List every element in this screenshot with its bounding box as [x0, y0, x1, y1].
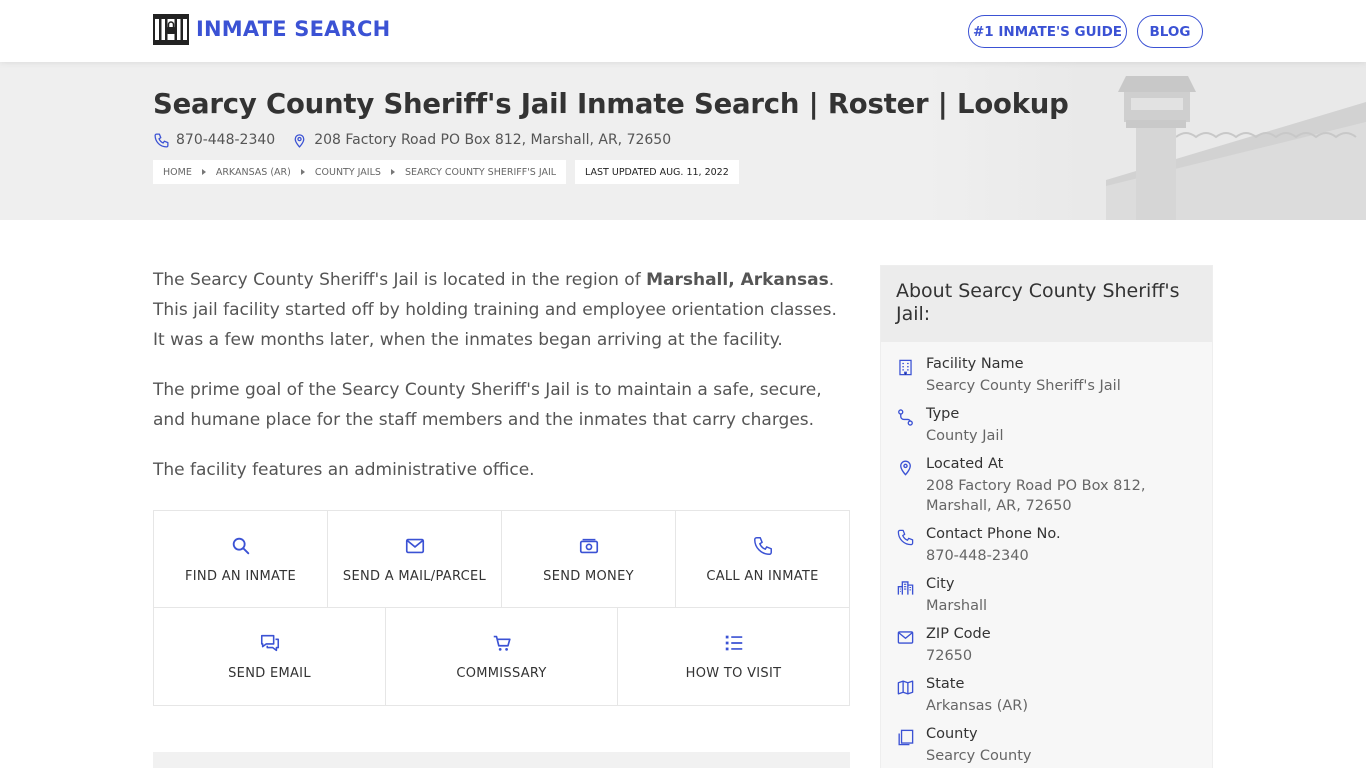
building-icon [899, 359, 912, 376]
find-inmate-label: FIND AN INMATE [185, 569, 296, 584]
breadcrumb-county-jails[interactable]: COUNTY JAILS [315, 167, 381, 178]
send-mail-button[interactable]: SEND A MAIL/PARCEL [328, 511, 502, 607]
search-icon [232, 537, 249, 555]
action-grid: FIND AN INMATE SEND A MAIL/PARCEL SEND M… [153, 510, 850, 706]
last-updated-badge: LAST UPDATED AUG. 11, 2022 [575, 160, 739, 184]
location-icon [294, 133, 305, 148]
about-facility-title: About Searcy County Sheriff's Jail: [881, 266, 1212, 342]
prison-tower-illustration [926, 62, 1366, 220]
state-value: Arkansas (AR) [926, 698, 1029, 714]
cart-icon [493, 635, 511, 651]
send-email-button[interactable]: SEND EMAIL [154, 608, 386, 705]
content-block [153, 752, 850, 768]
contact-phone-value[interactable]: 870-448-2340 [926, 546, 1186, 566]
phone-icon [154, 132, 169, 148]
call-inmate-button[interactable]: CALL AN INMATE [676, 511, 849, 607]
county-label: County [926, 726, 978, 742]
logo-text[interactable]: INMATE SEARCH [196, 17, 390, 41]
phone-icon [753, 537, 772, 555]
breadcrumb: HOME ARKANSAS (AR) COUNTY JAILS SEARCY C… [153, 160, 567, 184]
type-label: Type [926, 406, 960, 422]
site-logo[interactable]: INMATE SEARCH [153, 13, 390, 45]
call-inmate-label: CALL AN INMATE [706, 569, 819, 584]
chat-icon [260, 634, 279, 652]
commissary-label: COMMISSARY [456, 666, 547, 681]
send-money-label: SEND MONEY [543, 569, 634, 584]
facility-name-label: Facility Name [926, 356, 1024, 372]
money-icon [579, 538, 598, 554]
city-value: Marshall [926, 598, 988, 614]
top-navbar: INMATE SEARCH #1 INMATE'S GUIDE BLOG [0, 0, 1366, 62]
facility-name-value: Searcy County Sheriff's Jail [926, 378, 1121, 394]
breadcrumb-state[interactable]: ARKANSAS (AR) [216, 167, 291, 178]
facility-meta: 870-448-2340 208 Factory Road PO Box 812… [153, 130, 671, 150]
phone-icon [897, 529, 914, 546]
zip-code-label: ZIP Code [926, 626, 991, 642]
map-icon [897, 680, 914, 695]
state-label: State [926, 676, 965, 692]
envelope-icon [405, 538, 424, 554]
inmates-guide-button[interactable]: #1 INMATE'S GUIDE [968, 15, 1127, 48]
mail-icon [897, 631, 914, 644]
facility-phone[interactable]: 870-448-2340 [176, 132, 275, 148]
send-email-label: SEND EMAIL [228, 666, 311, 681]
send-money-button[interactable]: SEND MONEY [502, 511, 676, 607]
contact-phone-label: Contact Phone No. [926, 526, 1061, 542]
send-mail-label: SEND A MAIL/PARCEL [342, 569, 487, 584]
zip-code-value: 72650 [926, 648, 973, 664]
breadcrumb-home[interactable]: HOME [163, 167, 192, 178]
commissary-button[interactable]: COMMISSARY [386, 608, 618, 705]
location-icon [900, 460, 911, 476]
breadcrumb-current[interactable]: SEARCY COUNTY SHERIFF'S JAIL [405, 167, 556, 178]
chevron-right-icon [390, 169, 395, 175]
jail-logo-icon [153, 13, 189, 45]
intro-location: Marshall, Arkansas [646, 270, 829, 290]
blog-button[interactable]: BLOG [1137, 15, 1203, 48]
city-icon [897, 581, 914, 595]
copy-icon [898, 729, 914, 746]
features-paragraph: The facility features an administrative … [153, 460, 535, 480]
find-inmate-button[interactable]: FIND AN INMATE [154, 511, 328, 607]
intro-text: The Searcy County Sheriff's Jail is loca… [153, 270, 647, 290]
about-facility-panel: About Searcy County Sheriff's Jail: Faci… [880, 265, 1213, 768]
goal-paragraph: The prime goal of the Searcy County Sher… [153, 380, 822, 430]
chevron-right-icon [201, 169, 206, 175]
route-icon [898, 409, 913, 426]
page-title: Searcy County Sheriff's Jail Inmate Sear… [153, 88, 1069, 120]
facility-address: 208 Factory Road PO Box 812, Marshall, A… [314, 132, 672, 148]
type-value: County Jail [926, 428, 1004, 444]
located-at-value: 208 Factory Road PO Box 812, Marshall, A… [926, 478, 1146, 514]
city-label: City [926, 576, 955, 592]
intro-paragraph: The Searcy County Sheriff's Jail is loca… [153, 265, 843, 355]
chevron-right-icon [300, 169, 305, 175]
how-to-visit-button[interactable]: HOW TO VISIT [618, 608, 849, 705]
how-to-visit-label: HOW TO VISIT [685, 666, 782, 681]
located-at-label: Located At [926, 456, 1004, 472]
list-icon [725, 635, 742, 651]
county-value: Searcy County [926, 748, 1032, 764]
